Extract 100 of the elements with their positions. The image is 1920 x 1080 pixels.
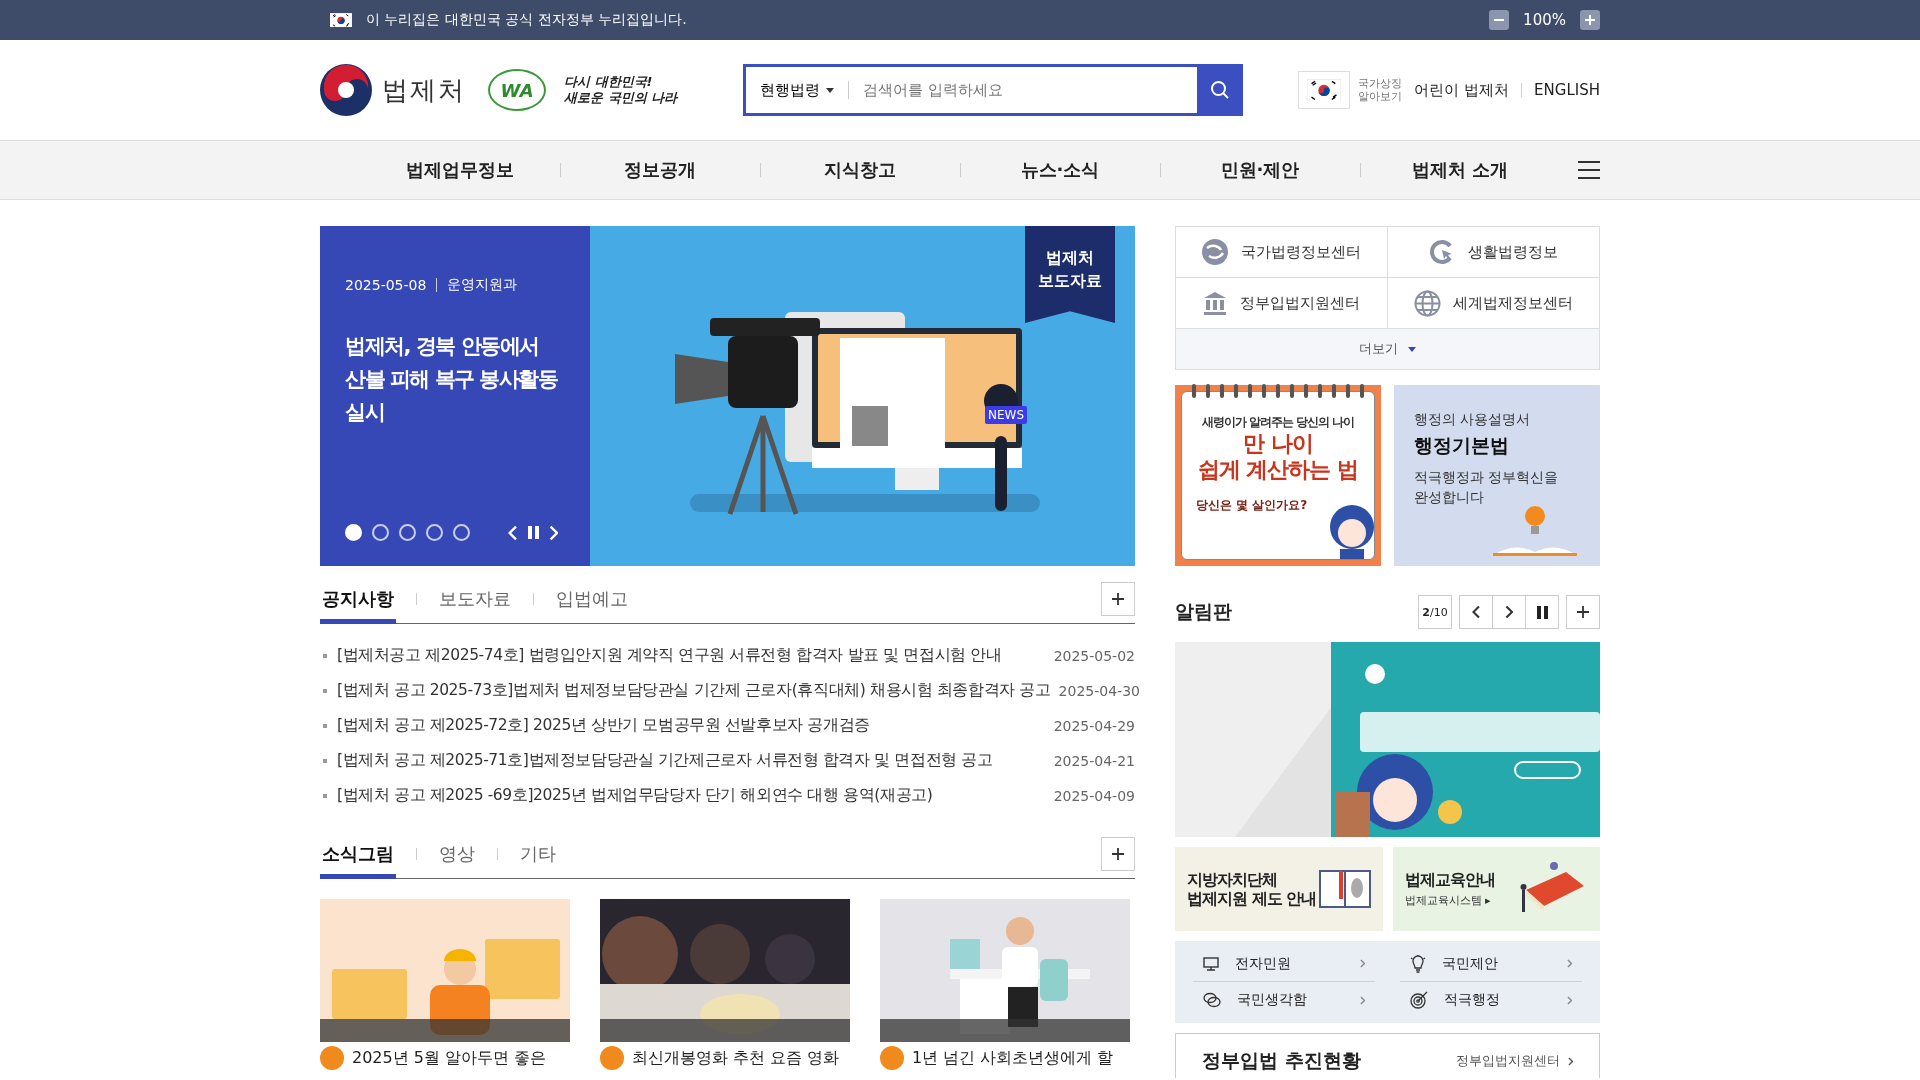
zoom-out-button[interactable] bbox=[1489, 10, 1510, 30]
zoom-in-button[interactable] bbox=[1580, 10, 1600, 30]
slogan-text: 새로운 국민의 나라 bbox=[564, 90, 678, 106]
plus-icon bbox=[1111, 591, 1125, 606]
logo-icon bbox=[320, 64, 372, 116]
slide-dot[interactable] bbox=[453, 524, 470, 541]
hero-date: 2025-05-08 bbox=[345, 277, 427, 293]
quick-link[interactable]: 국민생각함 bbox=[1193, 982, 1375, 1018]
search-icon bbox=[1210, 80, 1231, 100]
chevron-left-icon bbox=[1471, 605, 1481, 619]
notice-link[interactable]: [법제처공고 제2025-74호] 법령입안지원 계약직 연구원 서류전형 합격자 발표 및 면접시험 안내 bbox=[337, 645, 1046, 666]
hero-department: 운영지원과 bbox=[447, 276, 518, 294]
minus-icon bbox=[1494, 19, 1505, 21]
nav-item[interactable]: 뉴스·소식 bbox=[960, 158, 1160, 182]
flag-icon bbox=[1307, 78, 1342, 102]
circle-icon bbox=[600, 1046, 624, 1070]
chevron-right-icon bbox=[1359, 995, 1365, 1005]
admin-law-banner[interactable]: 행정의 사용설명서 행정기본법 적극행정과 정부혁신을 완성합니다 bbox=[1394, 385, 1600, 566]
symbol-label: 국가상징 bbox=[1358, 77, 1403, 90]
notice-link[interactable]: [법제처 공고 2025-73호]법제처 법제정보담당관실 기간제 근로자(휴직대체) 채용시험 최종합격자 공고 bbox=[337, 680, 1051, 701]
pause-icon bbox=[527, 526, 539, 539]
circle-icon bbox=[320, 1046, 344, 1070]
notice-date: 2025-04-21 bbox=[1053, 752, 1135, 769]
next-button[interactable] bbox=[1492, 595, 1526, 629]
nav-item[interactable]: 법제처 소개 bbox=[1360, 158, 1560, 182]
chevron-right-icon bbox=[548, 524, 559, 541]
banner-headline: 만 나이 bbox=[1243, 431, 1313, 457]
notice-link[interactable]: [법제처 공고 제2025-72호] 2025년 상반기 모범공무원 선발후보자 공개검증 bbox=[337, 715, 1046, 736]
board-title: 알림판 bbox=[1175, 599, 1233, 624]
news-label: NEWS bbox=[985, 406, 1028, 424]
slogan-text: 다시 대한민국! bbox=[564, 74, 654, 90]
search-field[interactable]: 현행법령 검색어를 입력하세요 bbox=[743, 64, 1198, 116]
notice-link[interactable]: [법제처 공고 제2025 -69호]2025년 법제업무담당자 단기 해외연수 대행 용역(재공고) bbox=[337, 785, 1046, 806]
pause-icon bbox=[1536, 605, 1548, 619]
banner-subtitle: 법제교육시스템 ▸ bbox=[1404, 893, 1492, 908]
nav-item[interactable]: 법제업무정보 bbox=[360, 158, 560, 182]
national-symbol-button[interactable] bbox=[1298, 71, 1351, 109]
more-toggle[interactable]: 더보기 bbox=[1176, 329, 1599, 369]
chevron-right-icon bbox=[1504, 605, 1514, 619]
quick-link[interactable]: 전자민원 bbox=[1193, 946, 1375, 982]
site-link[interactable]: 생활법령정보 bbox=[1387, 227, 1599, 278]
card-title[interactable]: 1년 넘긴 사회초년생에게 할 bbox=[912, 1046, 1114, 1070]
target-icon bbox=[1410, 991, 1428, 1009]
notice-date: 2025-04-29 bbox=[1053, 717, 1135, 734]
tab[interactable]: 입법예고 bbox=[554, 574, 630, 624]
notice-date: 2025-04-30 bbox=[1058, 682, 1140, 699]
banner-text: 적극행정과 정부혁신을 bbox=[1414, 468, 1560, 487]
banner-headline: 쉽게 계산하는 법 bbox=[1197, 457, 1359, 483]
monitor-icon bbox=[1203, 956, 1219, 971]
plus-icon bbox=[1576, 605, 1590, 619]
quick-link[interactable]: 국민제안 bbox=[1400, 946, 1582, 982]
tab[interactable]: 기타 bbox=[518, 829, 558, 879]
more-button[interactable] bbox=[1566, 595, 1600, 629]
slide-dot[interactable] bbox=[372, 524, 389, 541]
plus-icon bbox=[1111, 846, 1125, 861]
header-link[interactable]: 어린이 법제처 bbox=[1414, 80, 1510, 100]
notice-date: 2025-05-02 bbox=[1053, 647, 1135, 664]
banner-text: 완성합니다 bbox=[1414, 488, 1485, 507]
menu-button[interactable] bbox=[1578, 161, 1600, 179]
search-button[interactable] bbox=[1197, 64, 1244, 116]
info-banner[interactable]: 법제교육안내 법제교육시스템 ▸ bbox=[1392, 847, 1600, 931]
header-link[interactable]: ENGLISH bbox=[1534, 81, 1600, 99]
symbol-label: 알아보기 bbox=[1358, 90, 1403, 103]
age-banner[interactable]: 새령이가 알려주는 당신의 나이 만 나이 쉽게 계산하는 법 당신은 몇 살인가요? bbox=[1175, 385, 1381, 566]
banner-question: 당신은 몇 살인가요? bbox=[1196, 497, 1308, 514]
slide-dot[interactable] bbox=[426, 524, 443, 541]
tab[interactable]: 소식그림 bbox=[320, 829, 396, 879]
nav-item[interactable]: 정보공개 bbox=[560, 158, 760, 182]
nav-item[interactable]: 지식창고 bbox=[760, 158, 960, 182]
banner-kicker: 새령이가 알려주는 당신의 나이 bbox=[1201, 414, 1355, 431]
banner-title: 법제교육안내 bbox=[1404, 870, 1495, 889]
plus-icon bbox=[1585, 15, 1595, 25]
flag-icon bbox=[330, 12, 352, 28]
press-release-ribbon: 법제처 보도자료 bbox=[1025, 226, 1115, 323]
chevron-left-icon bbox=[508, 524, 518, 541]
tab[interactable]: 보도자료 bbox=[437, 574, 513, 624]
chevron-right-icon bbox=[1566, 995, 1572, 1005]
tab[interactable]: 영상 bbox=[437, 829, 477, 879]
quick-link[interactable]: 적극행정 bbox=[1400, 982, 1582, 1018]
nav-item[interactable]: 민원·제안 bbox=[1160, 158, 1360, 182]
chevron-right-icon bbox=[1566, 959, 1572, 968]
panel-title: 정부입법 추진현황 bbox=[1202, 1048, 1361, 1073]
notice-link[interactable]: [법제처 공고 제2025-71호]법제정보담당관실 기간제근로자 서류전형 합격자 및 면접전형 공고 bbox=[337, 750, 1046, 771]
tab[interactable]: 공지사항 bbox=[320, 574, 396, 624]
pause-button[interactable] bbox=[527, 526, 539, 539]
pause-button[interactable] bbox=[1525, 595, 1559, 629]
info-banner[interactable]: 지방자치단체 법제지원 제도 안내 bbox=[1175, 847, 1383, 931]
chat-bubbles-icon bbox=[1203, 992, 1221, 1008]
site-link[interactable]: 국가법령정보센터 bbox=[1176, 227, 1388, 278]
card-title[interactable]: 최신개봉영화 추천 요즘 영화 bbox=[632, 1046, 840, 1070]
hero-title: 법제처, 경북 안동에서 산불 피해 복구 봉사활동 실시 bbox=[345, 333, 559, 426]
caret-icon bbox=[1408, 346, 1416, 352]
swirl-icon bbox=[1201, 238, 1230, 266]
banner-kicker: 행정의 사용설명서 bbox=[1414, 411, 1532, 429]
slide-dot[interactable] bbox=[399, 524, 416, 541]
government-notice: 이 누리집은 대한민국 공식 전자정부 누리집입니다. bbox=[366, 11, 688, 29]
more-button[interactable] bbox=[1101, 581, 1135, 616]
panel-link[interactable]: 정부입법지원센터 bbox=[1455, 1048, 1573, 1070]
card-title[interactable]: 2025년 5월 알아두면 좋은 bbox=[352, 1046, 547, 1070]
more-button[interactable] bbox=[1101, 836, 1135, 871]
